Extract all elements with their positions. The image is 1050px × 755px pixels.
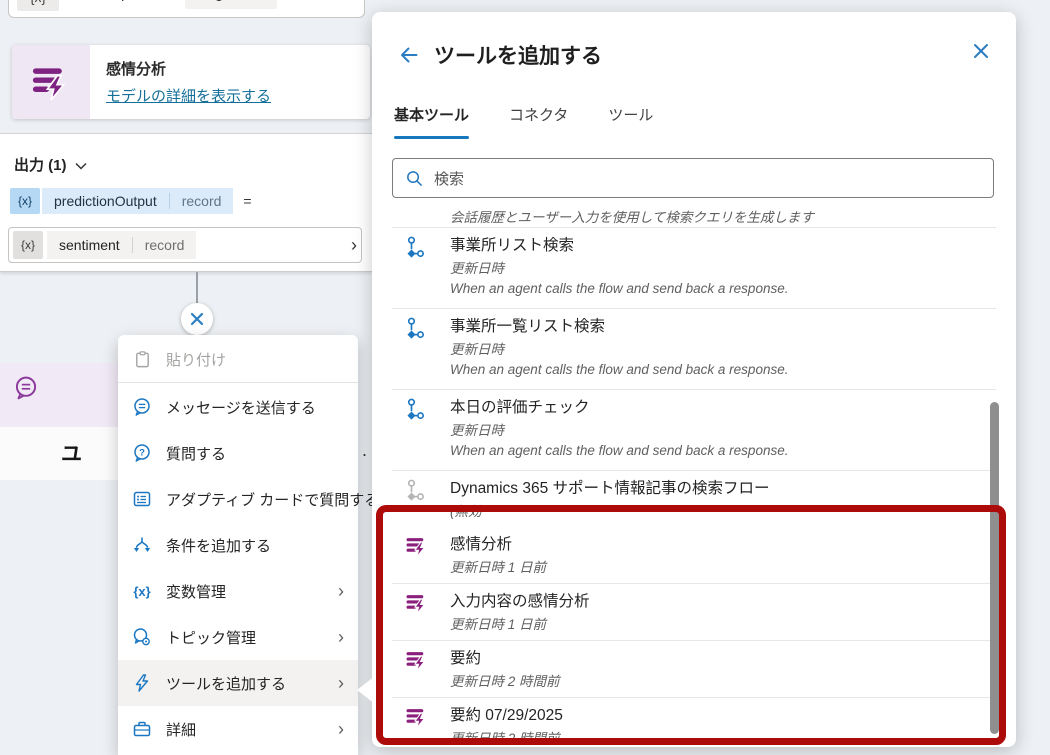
clipped-variable-box: {x} p g — [8, 0, 365, 18]
model-details-link[interactable]: モデルの詳細を表示する — [106, 85, 271, 106]
text-fragment: p — [121, 0, 129, 2]
tab-connectors[interactable]: コネクタ — [509, 104, 568, 139]
flow-icon-disabled — [406, 479, 428, 501]
close-icon — [972, 42, 990, 60]
chevron-right-icon[interactable]: › — [351, 235, 357, 256]
flow-icon — [406, 236, 428, 258]
briefcase-icon — [132, 719, 152, 739]
menu-item-topic-management[interactable]: トピック管理 › — [118, 614, 358, 660]
chevron-right-icon: › — [338, 719, 344, 740]
svg-text:?: ? — [139, 447, 145, 458]
text-fragment: g — [215, 0, 223, 2]
panel-title: ツールを追加する — [434, 40, 602, 70]
ai-builder-icon — [406, 649, 428, 671]
panel-tabs: 基本ツール コネクタ ツール — [394, 104, 653, 139]
occluded-text: ユ — [61, 438, 82, 468]
message-icon — [13, 375, 39, 406]
ai-builder-icon — [406, 535, 428, 557]
tab-basic-tools[interactable]: 基本ツール — [394, 104, 469, 139]
search-placeholder: 検索 — [434, 168, 464, 189]
tool-row-input-sentiment-analysis[interactable]: 入力内容の感情分析 更新日時 1 日前 — [392, 584, 996, 641]
close-panel-button[interactable] — [972, 42, 990, 65]
occluded-message-node — [0, 363, 118, 427]
tool-row-today-evaluation-check[interactable]: 本日の評価チェック 更新日時 When an agent calls the f… — [392, 390, 996, 471]
variable-name: predictionOutput — [54, 193, 157, 209]
search-input[interactable]: 検索 — [392, 158, 994, 198]
condition-icon — [132, 535, 152, 555]
lightning-icon — [132, 673, 152, 693]
equals-sign: = — [243, 193, 251, 209]
menu-item-variable-management[interactable]: {x} 変数管理 › — [118, 568, 358, 614]
chevron-right-icon: › — [338, 627, 344, 648]
clipboard-icon — [132, 349, 152, 369]
output-variable-row[interactable]: {x} predictionOutput record = — [10, 187, 252, 215]
adaptive-card-icon — [132, 489, 152, 509]
topic-icon — [132, 627, 152, 647]
tool-row-office-overview-list-search[interactable]: 事業所一覧リスト検索 更新日時 When an agent calls the … — [392, 309, 996, 390]
menu-item-details[interactable]: 詳細 › — [118, 706, 358, 752]
menu-item-paste[interactable]: 貼り付け — [118, 337, 358, 381]
flow-icon — [406, 398, 428, 420]
clipped-description: 会話履歴とユーザー入力を使用して検索クエリを生成します — [392, 206, 996, 228]
chevron-right-icon: › — [338, 673, 344, 694]
flow-icon — [406, 317, 428, 339]
value-name: sentiment — [59, 237, 120, 253]
tool-row-office-list-search[interactable]: 事業所リスト検索 更新日時 When an agent calls the fl… — [392, 228, 996, 309]
output-value-box[interactable]: {x} sentiment record › — [8, 227, 362, 263]
menu-item-adaptive-card[interactable]: アダプティブ カードで質問する — [118, 476, 358, 522]
menu-item-ask-question[interactable]: ? 質問する — [118, 430, 358, 476]
value-type: record — [145, 237, 185, 253]
menu-item-add-condition[interactable]: 条件を追加する — [118, 522, 358, 568]
output-heading[interactable]: 出力 (1) — [14, 154, 87, 175]
chevron-right-icon: › — [338, 581, 344, 602]
message-icon — [132, 397, 152, 417]
tool-row-summary[interactable]: 要約 更新日時 2 時間前 — [392, 641, 996, 698]
menu-item-send-message[interactable]: メッセージを送信する — [118, 384, 358, 430]
tool-row-summary-dated[interactable]: 要約 07/29/2025 更新日時 2 時間前 — [392, 698, 996, 747]
copilot-studio-canvas: {x} p g 感情分析 モデルの詳細を表示する 出力 (1) {x} pred… — [0, 0, 1050, 755]
chevron-down-icon — [75, 162, 87, 170]
sentiment-analysis-node-card[interactable]: 感情分析 モデルの詳細を表示する — [12, 45, 370, 119]
occluded-node-body — [0, 427, 118, 480]
arrow-left-icon — [398, 44, 420, 66]
tool-row-dynamics365-support-flow[interactable]: Dynamics 365 サポート情報記事の検索フロー (無効 — [392, 471, 996, 527]
back-button[interactable] — [398, 44, 420, 71]
tab-tools[interactable]: ツール — [608, 104, 653, 139]
node-title: 感情分析 — [106, 58, 271, 79]
ai-builder-icon — [12, 45, 90, 119]
add-node-context-menu: 貼り付け メッセージを送信する ? 質問する アダプティブ カードで質問する 条… — [118, 335, 358, 755]
close-icon — [189, 311, 205, 327]
question-icon: ? — [132, 443, 152, 463]
add-tool-flyout-panel: ツールを追加する 基本ツール コネクタ ツール 検索 会話履歴とユーザー入力を使… — [372, 12, 1016, 747]
variable-chip: {x} — [17, 0, 59, 11]
ai-builder-icon — [406, 592, 428, 614]
type-chip — [185, 0, 277, 9]
menu-item-add-tool[interactable]: ツールを追加する › — [118, 660, 358, 706]
close-node-button[interactable] — [181, 303, 213, 335]
search-icon — [405, 169, 424, 188]
ai-builder-icon — [406, 706, 428, 728]
scrollbar[interactable] — [990, 402, 999, 734]
variable-chip: {x} — [10, 188, 40, 214]
tool-row-sentiment-analysis[interactable]: 感情分析 更新日時 1 日前 — [392, 527, 996, 584]
variable-chip: {x} — [13, 231, 43, 259]
variable-icon: {x} — [132, 581, 152, 601]
node-output-section: 出力 (1) {x} predictionOutput record = {x}… — [0, 133, 372, 272]
variable-type: record — [182, 193, 222, 209]
tool-list: 会話履歴とユーザー入力を使用して検索クエリを生成します 事業所リスト検索 更新日… — [392, 206, 996, 747]
flow-connector-line — [196, 272, 198, 305]
occluded-text: . — [362, 440, 367, 461]
menu-separator — [118, 382, 358, 383]
